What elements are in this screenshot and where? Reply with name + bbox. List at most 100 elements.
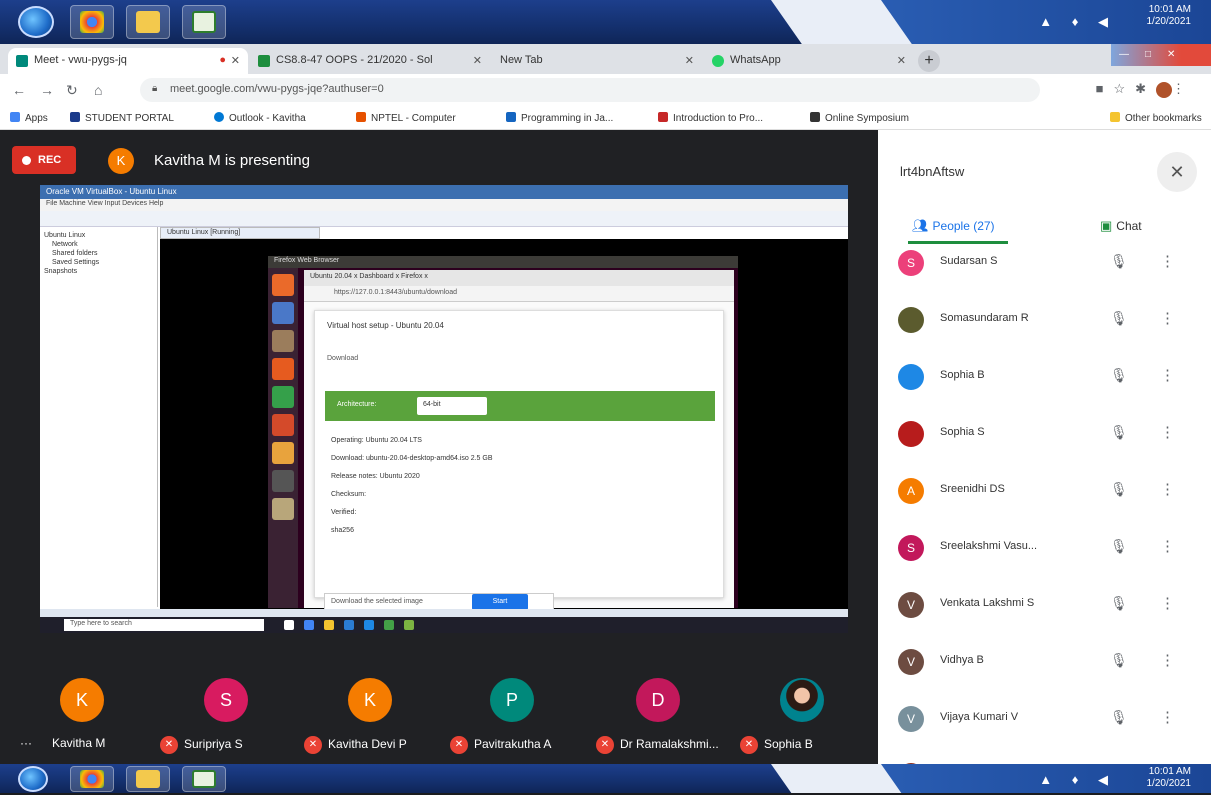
- participant-row[interactable]: V Vijaya Kumari V 🎙︎ ⋮: [898, 698, 1198, 738]
- menu-icon[interactable]: ⋮: [1172, 81, 1195, 96]
- camera-icon[interactable]: ■: [1096, 81, 1114, 96]
- chrome-taskbar-icon[interactable]: [70, 5, 114, 39]
- participant-tile[interactable]: K Kavitha M: [36, 678, 166, 758]
- mic-off-icon[interactable]: 🎙︎: [1110, 310, 1128, 327]
- folder-taskbar-icon[interactable]: [126, 5, 170, 39]
- participant-avatar: D: [636, 678, 680, 722]
- bookmark-apps[interactable]: Apps: [10, 112, 48, 124]
- chrome-taskbar-icon[interactable]: [70, 766, 114, 792]
- folder-taskbar-icon[interactable]: [126, 766, 170, 792]
- mic-off-icon[interactable]: 🎙︎: [1110, 367, 1128, 384]
- more-options-icon[interactable]: ⋮: [1160, 423, 1175, 441]
- tab-chat[interactable]: ▣ Chat: [1100, 218, 1142, 234]
- clock[interactable]: 10:01 AM 1/20/2021: [1147, 766, 1192, 790]
- home-icon[interactable]: ⌂: [94, 82, 102, 98]
- window-controls[interactable]: — □ ✕: [1111, 44, 1211, 66]
- maximize-icon[interactable]: □: [1137, 44, 1159, 65]
- participant-row[interactable]: V Venkata Lakshmi S 🎙︎ ⋮: [898, 584, 1198, 624]
- close-window-icon[interactable]: ✕: [1159, 44, 1183, 65]
- muted-icon: ✕: [596, 736, 614, 754]
- start-download-button: Start: [472, 594, 528, 610]
- bookmark-outlook[interactable]: Outlook - Kavitha: [214, 112, 306, 124]
- participant-row[interactable]: S Sreelakshmi Vasu... 🎙︎ ⋮: [898, 527, 1198, 567]
- bookmark-student-portal[interactable]: STUDENT PORTAL: [70, 112, 174, 124]
- participant-tile[interactable]: K ✕ Kavitha Devi P: [304, 678, 434, 758]
- mic-off-icon[interactable]: 🎙︎: [1110, 652, 1128, 669]
- shared-screen: Oracle VM VirtualBox - Ubuntu Linux File…: [40, 185, 848, 633]
- close-tab-icon[interactable]: ✕: [897, 54, 906, 67]
- tab-classroom[interactable]: CS8.8-47 OOPS - 21/2020 - Sol ✕: [250, 48, 490, 74]
- participant-tile[interactable]: ✕ Sophia B: [740, 678, 870, 758]
- address-bar[interactable]: 🔒︎ meet.google.com/vwu-pygs-jqe?authuser…: [140, 78, 1040, 102]
- participant-row[interactable]: Sophia S 🎙︎ ⋮: [898, 413, 1198, 453]
- extensions-icon[interactable]: ✱: [1135, 81, 1156, 96]
- dialog-line: Release notes: Ubuntu 2020: [331, 473, 420, 480]
- firefox-window: Ubuntu 20.04 x Dashboard x Firefox x htt…: [304, 270, 734, 608]
- mic-off-icon[interactable]: 🎙︎: [1110, 538, 1128, 555]
- more-participants-icon[interactable]: ···: [20, 736, 32, 750]
- presenter-avatar: K: [108, 148, 134, 174]
- bookmark-nptel[interactable]: NPTEL - Computer: [356, 112, 456, 124]
- mic-off-icon[interactable]: 🎙︎: [1110, 709, 1128, 726]
- participant-avatar: [898, 307, 924, 333]
- tray-icons[interactable]: ▲ ♦ ◀: [1039, 14, 1116, 30]
- back-icon[interactable]: ←: [12, 82, 26, 98]
- more-options-icon[interactable]: ⋮: [1160, 366, 1175, 384]
- architecture-bar: Architecture: 64-bit: [325, 391, 715, 421]
- mic-off-icon[interactable]: 🎙︎: [1110, 595, 1128, 612]
- participant-row[interactable]: Sophia B 🎙︎ ⋮: [898, 356, 1198, 396]
- more-options-icon[interactable]: ⋮: [1160, 594, 1175, 612]
- launcher-icon: [272, 302, 294, 324]
- more-options-icon[interactable]: ⋮: [1160, 252, 1175, 270]
- close-panel-button[interactable]: ✕: [1157, 152, 1197, 192]
- close-tab-icon[interactable]: ✕: [231, 54, 240, 67]
- profile-avatar[interactable]: [1156, 81, 1172, 98]
- spreadsheet-taskbar-icon[interactable]: [182, 5, 226, 39]
- classroom-favicon-icon: [258, 55, 270, 67]
- bookmark-intro[interactable]: Introduction to Pro...: [658, 112, 763, 124]
- bookmark-other[interactable]: Other bookmarks: [1110, 112, 1202, 124]
- participant-row[interactable]: V Vidhya B 🎙︎ ⋮: [898, 641, 1198, 681]
- participant-tile[interactable]: P ✕ Pavitrakutha A: [450, 678, 580, 758]
- spreadsheet-taskbar-icon[interactable]: [182, 766, 226, 792]
- participant-row[interactable]: A Sreenidhi DS 🎙︎ ⋮: [898, 470, 1198, 510]
- tray-icons[interactable]: ▲ ♦ ◀: [1039, 772, 1116, 788]
- meet-favicon-icon: [16, 55, 28, 67]
- more-options-icon[interactable]: ⋮: [1160, 309, 1175, 327]
- recording-indicator-icon: ●: [219, 54, 226, 66]
- apps-icon: [10, 112, 20, 122]
- more-options-icon[interactable]: ⋮: [1160, 480, 1175, 498]
- tab-new-tab[interactable]: New Tab ✕: [492, 48, 702, 74]
- chrome-toolbar: ← → ↻ ⌂ 🔒︎ meet.google.com/vwu-pygs-jqe?…: [0, 74, 1211, 106]
- mic-off-icon[interactable]: 🎙︎: [1110, 253, 1128, 270]
- close-tab-icon[interactable]: ✕: [685, 54, 694, 67]
- close-tab-icon[interactable]: ✕: [473, 54, 482, 67]
- more-options-icon[interactable]: ⋮: [1160, 708, 1175, 726]
- participant-row[interactable]: S Sudarsan S 🎙︎ ⋮: [898, 242, 1198, 282]
- minimize-icon[interactable]: —: [1111, 44, 1137, 65]
- outlook-icon: [214, 112, 224, 122]
- record-dot-icon: [22, 156, 31, 165]
- windows-start-icon[interactable]: [18, 6, 54, 38]
- participant-row[interactable]: Somasundaram R 🎙︎ ⋮: [898, 299, 1198, 339]
- clock[interactable]: 10:01 AM 1/20/2021: [1147, 4, 1192, 28]
- new-tab-button[interactable]: +: [918, 50, 940, 72]
- participant-tile[interactable]: S ✕ Suripriya S: [160, 678, 290, 758]
- tab-meet[interactable]: Meet - vwu-pygs-jq ● ✕: [8, 48, 248, 74]
- bookmark-programming[interactable]: Programming in Ja...: [506, 112, 613, 124]
- forward-icon[interactable]: →: [40, 82, 54, 98]
- mic-off-icon[interactable]: 🎙︎: [1110, 481, 1128, 498]
- bookmark-symposium[interactable]: Online Symposium: [810, 112, 909, 124]
- firefox-url: https://127.0.0.1:8443/ubuntu/download: [304, 286, 734, 302]
- tab-whatsapp[interactable]: WhatsApp ✕: [704, 48, 914, 74]
- participant-tile[interactable]: D ✕ Dr Ramalakshmi...: [596, 678, 726, 758]
- meet-stage: REC K Kavitha M is presenting Oracle VM …: [0, 130, 878, 764]
- star-icon[interactable]: ☆: [1113, 81, 1135, 96]
- more-options-icon[interactable]: ⋮: [1160, 651, 1175, 669]
- dialog-line: Checksum:: [331, 491, 367, 498]
- more-options-icon[interactable]: ⋮: [1160, 537, 1175, 555]
- reload-icon[interactable]: ↻: [66, 82, 78, 99]
- tab-people[interactable]: 👥︎ People (27): [912, 218, 995, 234]
- mic-off-icon[interactable]: 🎙︎: [1110, 424, 1128, 441]
- windows-start-icon[interactable]: [18, 766, 48, 792]
